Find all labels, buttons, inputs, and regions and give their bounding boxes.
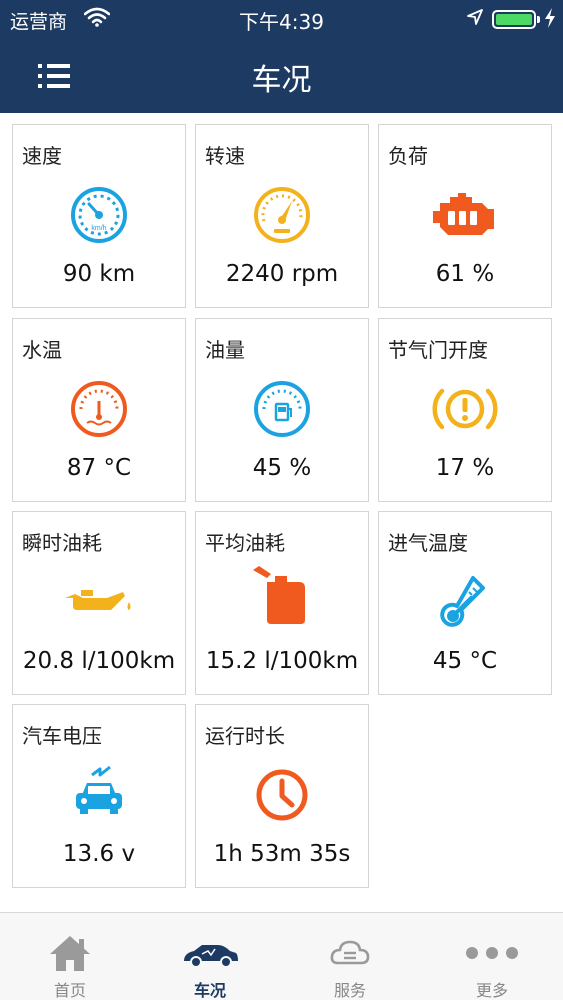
card-voltage[interactable]: 汽车电压 13.6 v (12, 704, 186, 888)
card-average-fuel[interactable]: 平均油耗 15.2 l/100km (195, 511, 369, 695)
tachometer-icon (196, 185, 368, 245)
tab-service[interactable]: 服务 (280, 913, 420, 1000)
page-title: 车况 (251, 63, 312, 98)
speedometer-icon: km/h (13, 185, 185, 245)
bottom-tab-bar: 首页 车况 服务 更多 (0, 912, 563, 1000)
card-value: 20.8 l/100km (22, 648, 176, 674)
card-value: 87 °C (66, 455, 132, 481)
card-label: 汽车电压 (22, 724, 102, 748)
card-run-time[interactable]: 运行时长 1h 53m 35s (195, 704, 369, 888)
card-speed[interactable]: 速度 km/h 90 km (12, 124, 186, 308)
tab-label: 车况 (193, 981, 226, 1000)
battery-tip (537, 16, 540, 23)
card-value: 15.2 l/100km (205, 648, 359, 674)
fuel-gauge-icon (196, 379, 368, 439)
card-label: 进气温度 (388, 531, 468, 555)
card-label: 瞬时油耗 (22, 531, 102, 555)
tab-label: 服务 (333, 981, 366, 1000)
card-load[interactable]: 负荷 61 % (378, 124, 552, 308)
battery-icon (492, 10, 536, 29)
coolant-gauge-icon (13, 379, 185, 439)
oil-can-icon (13, 572, 185, 632)
card-value: 2240 rpm (225, 261, 339, 287)
car-voltage-icon (13, 765, 185, 825)
card-label: 转速 (205, 144, 245, 168)
tab-home[interactable]: 首页 (0, 913, 140, 1000)
card-intake-temp[interactable]: 进气温度 45 °C (378, 511, 552, 695)
tab-label: 更多 (475, 981, 508, 1000)
card-label: 运行时长 (205, 724, 285, 748)
card-value: 61 % (435, 261, 495, 287)
status-bar: 运营商 下午4:39 (0, 0, 563, 38)
card-value: 90 km (62, 261, 136, 287)
throttle-warning-icon (379, 379, 551, 439)
card-rpm[interactable]: 转速 2240 rpm (195, 124, 369, 308)
card-label: 速度 (22, 144, 62, 168)
more-dots-icon (422, 933, 562, 973)
clock-icon (196, 765, 368, 825)
card-value: 17 % (435, 455, 495, 481)
card-label: 油量 (205, 338, 245, 362)
card-value: 1h 53m 35s (213, 841, 351, 867)
tab-vehicle-status[interactable]: 车况 (140, 913, 280, 1000)
fuel-jerrycan-icon (196, 566, 368, 632)
top-bar: 运营商 下午4:39 车况 (0, 0, 563, 113)
card-label: 水温 (22, 338, 62, 362)
engine-icon (379, 185, 551, 245)
home-icon (0, 933, 140, 973)
tab-more[interactable]: 更多 (422, 913, 562, 1000)
card-label: 平均油耗 (205, 531, 285, 555)
svg-text:km/h: km/h (91, 225, 106, 232)
cloud-service-icon (280, 933, 420, 973)
card-fuel-level[interactable]: 油量 45 % (195, 318, 369, 502)
card-throttle[interactable]: 节气门开度 17 % (378, 318, 552, 502)
card-label: 负荷 (388, 144, 428, 168)
card-value: 45 °C (432, 648, 498, 674)
thermometer-icon (379, 572, 551, 632)
location-arrow-icon (466, 8, 484, 31)
car-icon (140, 933, 280, 973)
card-instant-fuel[interactable]: 瞬时油耗 20.8 l/100km (12, 511, 186, 695)
tab-label: 首页 (53, 981, 86, 1000)
card-coolant-temp[interactable]: 水温 87 °C (12, 318, 186, 502)
card-value: 45 % (252, 455, 312, 481)
card-value: 13.6 v (62, 841, 136, 867)
card-label: 节气门开度 (388, 338, 488, 362)
charging-bolt-icon (544, 8, 556, 33)
